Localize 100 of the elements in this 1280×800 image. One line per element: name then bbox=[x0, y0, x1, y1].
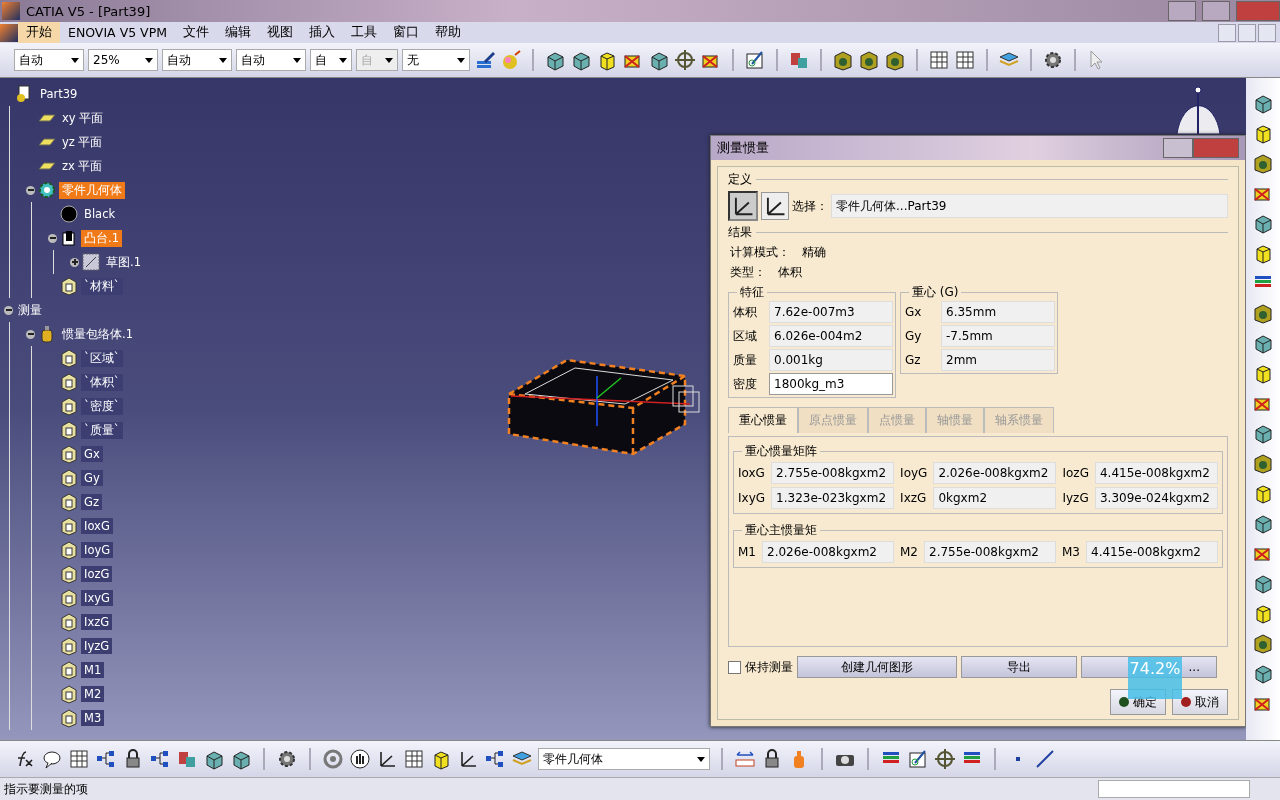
cube-icon[interactable] bbox=[1252, 302, 1274, 324]
app-logo-icon bbox=[2, 2, 20, 20]
hierarchy-icon[interactable] bbox=[95, 748, 117, 770]
table-icon[interactable] bbox=[68, 748, 90, 770]
sketch-icon[interactable] bbox=[744, 49, 766, 71]
value-field: 4.415e-008kgxm2 bbox=[1086, 541, 1218, 563]
tab[interactable]: 重心惯量 bbox=[728, 407, 798, 433]
dropdown[interactable]: 零件几何体 bbox=[538, 748, 710, 770]
restore-button[interactable] bbox=[1202, 1, 1230, 21]
dropdown[interactable]: 自动 bbox=[236, 49, 306, 71]
command-field[interactable] bbox=[1098, 780, 1250, 798]
value-field: 4.415e-008kgxm2 bbox=[1094, 462, 1218, 484]
value-field: 7.62e-007m3 bbox=[769, 301, 893, 323]
menu-item[interactable]: 开始 bbox=[18, 22, 60, 43]
tree-item[interactable]: 惯量包络体.1 bbox=[59, 325, 136, 343]
field-label: M2 bbox=[900, 545, 918, 559]
param-icon bbox=[59, 348, 79, 368]
table-icon[interactable] bbox=[954, 49, 976, 71]
percent-overlay: 74.2% bbox=[1128, 657, 1182, 699]
tree-item[interactable]: IyzG bbox=[81, 638, 113, 654]
tree-item[interactable]: `区域` bbox=[81, 349, 123, 367]
axis-mode-icon[interactable] bbox=[761, 192, 789, 220]
comment-icon[interactable] bbox=[41, 748, 63, 770]
tree-item[interactable]: IozG bbox=[81, 566, 113, 582]
hierarchy-icon[interactable] bbox=[149, 748, 171, 770]
dropdown[interactable]: 25% bbox=[88, 49, 158, 71]
tree-item[interactable]: Gz bbox=[81, 494, 102, 510]
sketch-icon[interactable] bbox=[907, 748, 929, 770]
tree-item[interactable]: xy 平面 bbox=[59, 109, 107, 127]
menu-item[interactable]: 文件 bbox=[175, 22, 217, 43]
menu-item[interactable]: ENOVIA V5 VPM bbox=[60, 23, 175, 42]
menu-item[interactable]: 帮助 bbox=[427, 22, 469, 43]
tree-item[interactable]: M3 bbox=[81, 710, 105, 726]
expand-toggle[interactable] bbox=[4, 305, 13, 315]
sketch-icon bbox=[81, 252, 101, 272]
dropdown[interactable]: 自动 bbox=[162, 49, 232, 71]
tree-item[interactable]: M1 bbox=[81, 662, 105, 678]
tree-item[interactable]: Gx bbox=[81, 446, 103, 462]
status-text: 指示要测量的项 bbox=[4, 780, 88, 798]
tree-item[interactable]: `材料` bbox=[81, 277, 123, 295]
tree-item[interactable]: Black bbox=[81, 206, 119, 222]
param-icon bbox=[59, 540, 79, 560]
tree-item[interactable]: IoxG bbox=[81, 518, 113, 534]
selection-field[interactable]: 零件几何体...Part39 bbox=[831, 194, 1228, 218]
expand-toggle[interactable] bbox=[70, 257, 79, 267]
field-label: IyzG bbox=[1062, 491, 1089, 505]
cube-icon[interactable] bbox=[858, 49, 880, 71]
settings-icon[interactable] bbox=[1042, 49, 1064, 71]
tree-item[interactable]: IxyG bbox=[81, 590, 113, 606]
checkbox[interactable] bbox=[728, 660, 741, 674]
menu-item[interactable]: 窗口 bbox=[385, 22, 427, 43]
dialog-title: 测量惯量 bbox=[717, 139, 770, 157]
action-button[interactable]: 创建几何图形 bbox=[797, 656, 957, 678]
ruler-icon[interactable] bbox=[734, 748, 756, 770]
cube-icon[interactable] bbox=[1252, 452, 1274, 474]
crosshair-icon[interactable] bbox=[934, 748, 956, 770]
table-icon[interactable] bbox=[928, 49, 950, 71]
tree-item[interactable]: `质量` bbox=[81, 421, 123, 439]
brush-icon[interactable] bbox=[474, 49, 496, 71]
help-button[interactable] bbox=[1163, 138, 1193, 158]
field-label: 体积 bbox=[732, 303, 758, 321]
cube-icon[interactable] bbox=[1252, 632, 1274, 654]
tree-item[interactable]: 草图.1 bbox=[103, 253, 144, 271]
expand-toggle[interactable] bbox=[26, 329, 35, 339]
tree-item[interactable]: yz 平面 bbox=[59, 133, 106, 151]
cube-icon[interactable] bbox=[884, 49, 906, 71]
dropdown[interactable]: 自动 bbox=[14, 49, 84, 71]
tree-item[interactable]: IoyG bbox=[81, 542, 114, 558]
line-icon[interactable] bbox=[1034, 748, 1056, 770]
axis-mode-icon[interactable] bbox=[728, 191, 758, 221]
tree-item[interactable]: zx 平面 bbox=[59, 157, 106, 175]
group-label: 重心惯量矩阵 bbox=[742, 443, 820, 460]
menu-item[interactable]: 插入 bbox=[301, 22, 343, 43]
dropdown[interactable]: 无 bbox=[402, 49, 470, 71]
action-button[interactable]: 导出 bbox=[961, 656, 1077, 678]
menu-item[interactable]: 视图 bbox=[259, 22, 301, 43]
cube-icon[interactable] bbox=[1252, 152, 1274, 174]
value-field[interactable]: 1800kg_m3 bbox=[769, 373, 893, 395]
crosshair-icon[interactable] bbox=[674, 49, 696, 71]
table-icon[interactable] bbox=[403, 748, 425, 770]
tree-item[interactable]: M2 bbox=[81, 686, 105, 702]
tree-item[interactable]: Part39 bbox=[37, 86, 81, 102]
menu-item[interactable]: 编辑 bbox=[217, 22, 259, 43]
value-field: 3.309e-024kgxm2 bbox=[1094, 487, 1218, 509]
expand-toggle[interactable] bbox=[48, 233, 57, 243]
field-label: 类型： bbox=[730, 264, 766, 281]
tree-item[interactable]: `体积` bbox=[81, 373, 123, 391]
cube-icon[interactable] bbox=[832, 49, 854, 71]
tree-item[interactable]: IxzG bbox=[81, 614, 113, 630]
minimize-button[interactable] bbox=[1168, 1, 1196, 21]
tree-item[interactable]: `密度` bbox=[81, 397, 123, 415]
tree-item[interactable]: 测量 bbox=[15, 301, 45, 319]
dropdown[interactable]: 自 bbox=[310, 49, 352, 71]
menu-item[interactable]: 工具 bbox=[343, 22, 385, 43]
expand-toggle[interactable] bbox=[26, 185, 35, 195]
tree-item[interactable]: Gy bbox=[81, 470, 103, 486]
settings-icon[interactable] bbox=[276, 748, 298, 770]
cancel-button[interactable]: 取消 bbox=[1172, 689, 1228, 715]
ball-icon bbox=[59, 204, 79, 224]
window-title: CATIA V5 - [Part39] bbox=[26, 3, 152, 19]
